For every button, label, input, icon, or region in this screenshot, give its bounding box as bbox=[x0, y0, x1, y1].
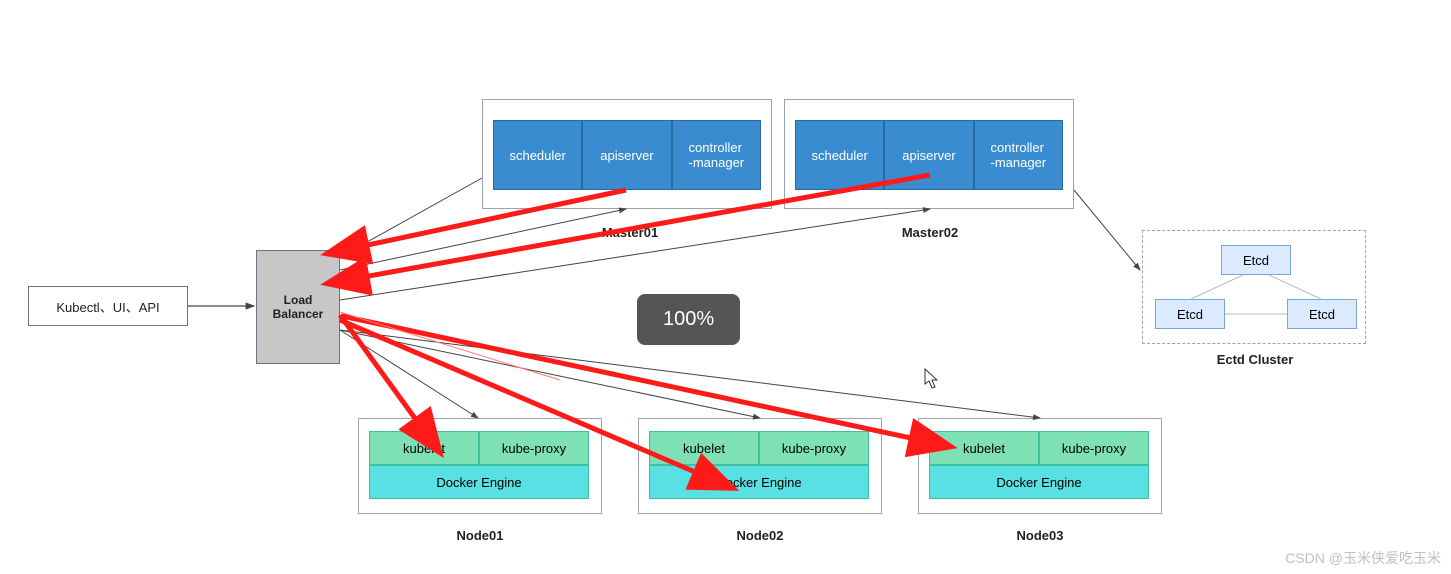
node01-kubeproxy: kube-proxy bbox=[479, 431, 589, 465]
master01-controller: controller -manager bbox=[672, 120, 761, 190]
lb-line2: Balancer bbox=[273, 307, 324, 321]
master02-apiserver: apiserver bbox=[884, 120, 973, 190]
cursor-icon bbox=[924, 368, 940, 390]
lb-line1: Load bbox=[284, 293, 313, 307]
master01-box: scheduler apiserver controller -manager bbox=[482, 99, 772, 209]
etcd-cluster-box: Etcd Etcd Etcd bbox=[1142, 230, 1366, 344]
node02-kubeproxy: kube-proxy bbox=[759, 431, 869, 465]
node01-kubelet: kubelet bbox=[369, 431, 479, 465]
master02-scheduler: scheduler bbox=[795, 120, 884, 190]
node02-label: Node02 bbox=[725, 528, 795, 543]
node02-docker: Docker Engine bbox=[649, 465, 869, 499]
node03-label: Node03 bbox=[1005, 528, 1075, 543]
master01-label: Master01 bbox=[590, 225, 670, 240]
master02-label: Master02 bbox=[890, 225, 970, 240]
master01-apiserver: apiserver bbox=[582, 120, 671, 190]
etcd-left: Etcd bbox=[1155, 299, 1225, 329]
master01-scheduler: scheduler bbox=[493, 120, 582, 190]
node01-label: Node01 bbox=[445, 528, 515, 543]
node03-docker: Docker Engine bbox=[929, 465, 1149, 499]
node03-box: kubelet kube-proxy Docker Engine bbox=[918, 418, 1162, 514]
client-box: Kubectl、UI、API bbox=[28, 286, 188, 326]
node03-kubelet: kubelet bbox=[929, 431, 1039, 465]
node02-box: kubelet kube-proxy Docker Engine bbox=[638, 418, 882, 514]
zoom-value: 100% bbox=[663, 308, 714, 330]
node02-kubelet: kubelet bbox=[649, 431, 759, 465]
node03-kubeproxy: kube-proxy bbox=[1039, 431, 1149, 465]
zoom-toast: 100% bbox=[637, 294, 740, 345]
watermark: CSDN @玉米侠爱吃玉米 bbox=[1285, 548, 1441, 568]
master02-box: scheduler apiserver controller -manager bbox=[784, 99, 1074, 209]
load-balancer-box: Load Balancer bbox=[256, 250, 340, 364]
client-label: Kubectl、UI、API bbox=[56, 297, 159, 316]
etcd-cluster-label: Ectd Cluster bbox=[1205, 352, 1305, 367]
master02-controller: controller -manager bbox=[974, 120, 1063, 190]
etcd-top: Etcd bbox=[1221, 245, 1291, 275]
etcd-right: Etcd bbox=[1287, 299, 1357, 329]
node01-docker: Docker Engine bbox=[369, 465, 589, 499]
node01-box: kubelet kube-proxy Docker Engine bbox=[358, 418, 602, 514]
